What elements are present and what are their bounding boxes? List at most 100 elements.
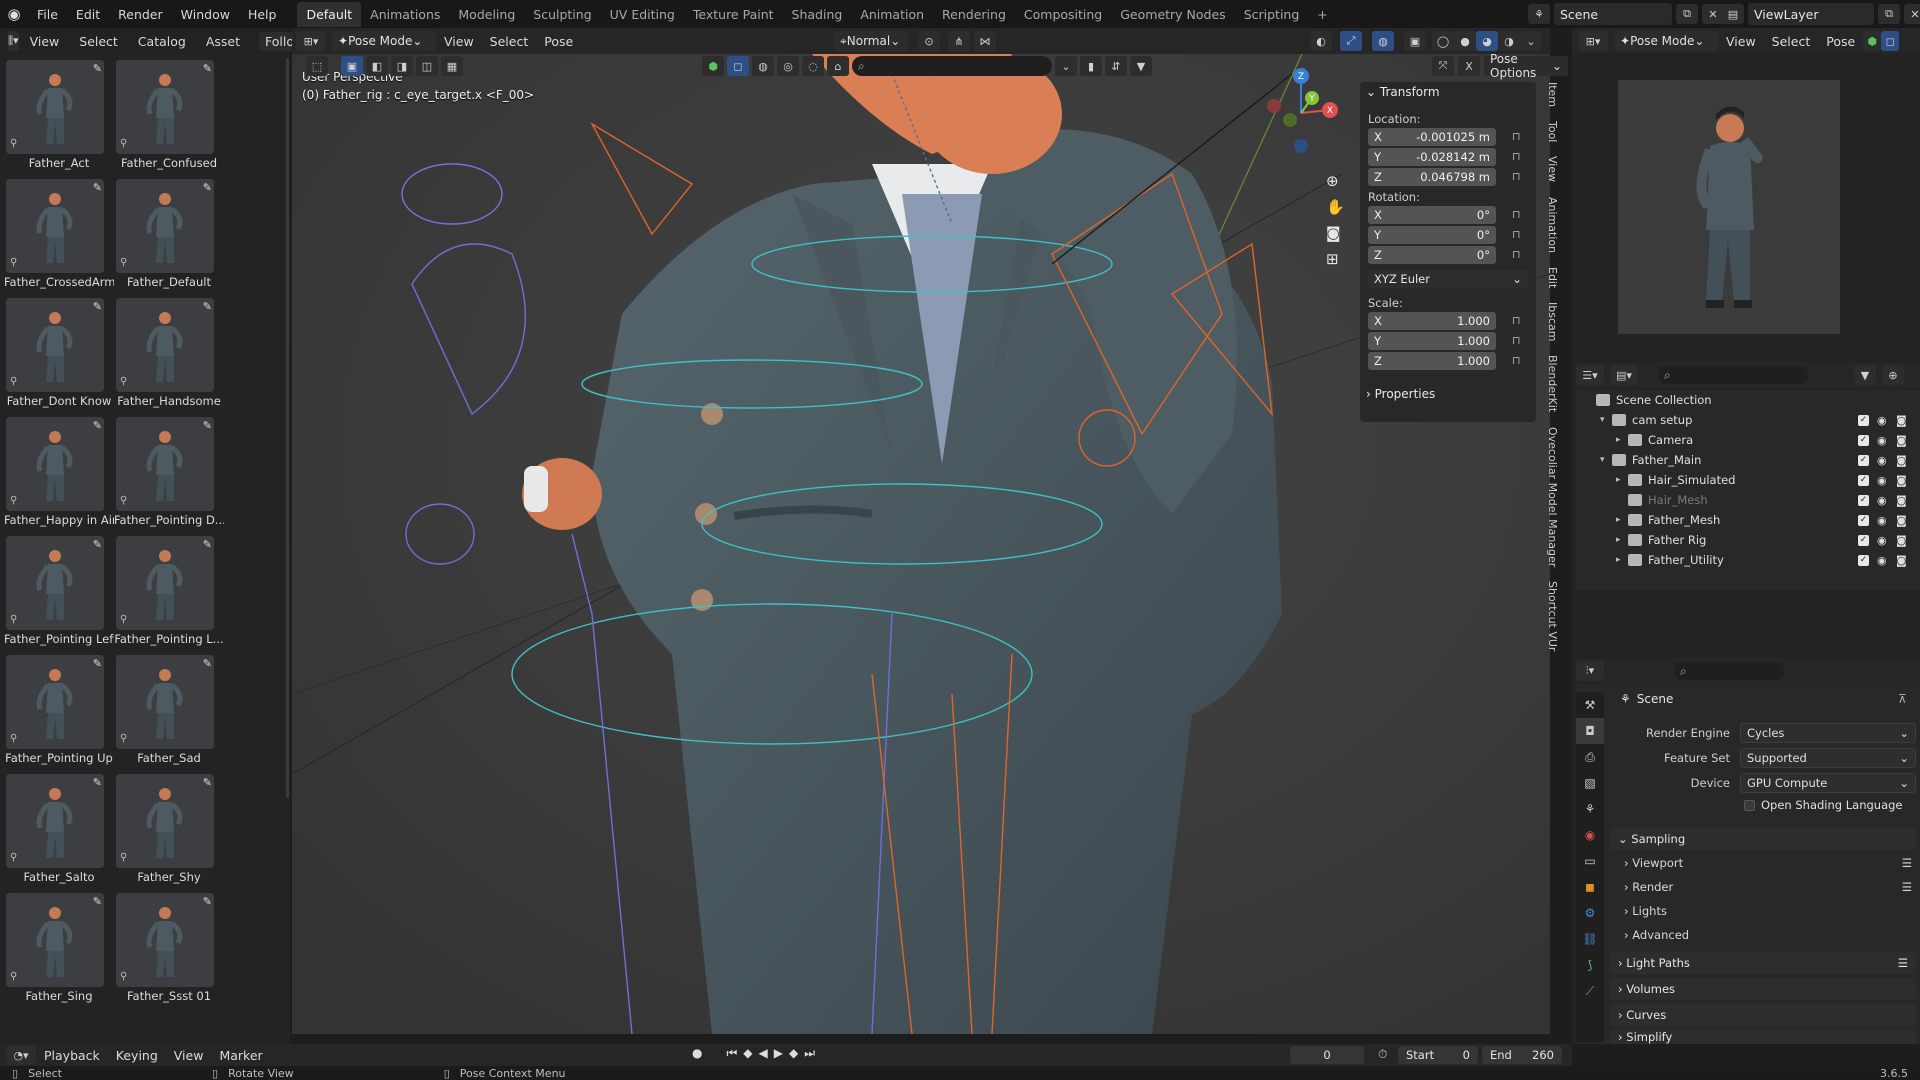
outliner-row[interactable]: ▸ Father Rig ✓ ◉ ◙	[1576, 530, 1920, 550]
viewlayer-selector[interactable]: ViewLayer	[1748, 3, 1874, 25]
disclosure-triangle-icon[interactable]: ▸	[1616, 555, 1628, 565]
disclosure-triangle-icon[interactable]: ▸	[1616, 535, 1628, 545]
lock-icon[interactable]: ⊓	[1512, 248, 1521, 261]
pivot-icon[interactable]: ⊙	[918, 31, 940, 51]
filter-icon[interactable]: ▼	[1130, 56, 1152, 76]
scale-z-field[interactable]: Z 1.000	[1368, 352, 1496, 370]
edit-pose-icon[interactable]: ✎	[203, 62, 212, 75]
rotation-mode-dropdown[interactable]: XYZ Euler ⌄	[1368, 270, 1528, 288]
asset-tile[interactable]: ✎ ⚲ Father_Salto	[4, 772, 108, 890]
sidebar-tab[interactable]: Ovecoliar Model Manager	[1546, 427, 1559, 567]
sampling-viewport-row[interactable]: › Viewport ☰	[1624, 852, 1916, 874]
edit-pose-icon[interactable]: ✎	[203, 181, 212, 194]
outliner-row[interactable]: ▸ Hair_Simulated ✓ ◉ ◙	[1576, 470, 1920, 490]
lock-icon[interactable]: ⊓	[1512, 208, 1521, 221]
outliner-row[interactable]: Scene Collection	[1576, 390, 1920, 410]
bone-select-icon[interactable]: ◻	[1881, 31, 1900, 51]
asset-tile[interactable]: ✎ ⚲ Father_Pointing L...	[114, 534, 224, 652]
asset-tile[interactable]: ✎ ⚲ Father_Pointing Left	[4, 534, 114, 652]
edit-pose-icon[interactable]: ✎	[93, 538, 102, 551]
eye-icon[interactable]: ◉	[1877, 414, 1887, 427]
render-camera-icon[interactable]: ◙	[1896, 554, 1907, 567]
exclude-checkbox[interactable]: ✓	[1858, 494, 1869, 506]
transform-orientation-dropdown[interactable]: ⌖ Normal ⌄	[834, 31, 908, 51]
location-z-field[interactable]: Z 0.046798 m	[1368, 168, 1496, 186]
edit-pose-icon[interactable]: ✎	[203, 657, 212, 670]
editor-type-icon[interactable]: ⫼▾	[8, 31, 19, 51]
light-filter-icon[interactable]: ◌	[802, 56, 824, 76]
gizmo-neg-x-icon[interactable]	[1267, 99, 1281, 113]
properties-editor-type-icon[interactable]: ⫶▾	[1576, 661, 1604, 681]
navigation-gizmo[interactable]: Z X Y	[1256, 68, 1346, 158]
lock-icon[interactable]: ⊓	[1512, 130, 1521, 143]
render-camera-icon[interactable]: ◙	[1896, 534, 1907, 547]
overlay-toggle-icon[interactable]: ◍	[1372, 31, 1394, 51]
tab-rendering[interactable]: Rendering	[933, 2, 1015, 27]
exclude-checkbox[interactable]: ✓	[1858, 434, 1869, 446]
asset-tile[interactable]: ✎ ⚲ Father_Act	[4, 58, 108, 176]
asset-menu-select[interactable]: Select	[70, 34, 127, 49]
lock-icon[interactable]: ⊓	[1512, 150, 1521, 163]
location-y-field[interactable]: Y -0.028142 m	[1368, 148, 1496, 166]
select-subtract-icon[interactable]: ◨	[391, 56, 413, 76]
list-icon[interactable]: ☰	[1898, 956, 1908, 970]
shading-rendered-icon[interactable]: ◑	[1498, 31, 1520, 51]
snap-icon[interactable]: ⋔	[948, 31, 970, 51]
mesh-filter-icon[interactable]: ⬢	[1863, 31, 1882, 51]
scene-icon[interactable]: ⚘	[1528, 4, 1550, 24]
tab-texture-paint[interactable]: Texture Paint	[684, 2, 783, 27]
asset-tile[interactable]: ✎ ⚲ Father_Handsome	[114, 296, 221, 414]
timeline-menu-playback[interactable]: Playback	[36, 1048, 108, 1063]
sidebar-tab[interactable]: Shortcut VUr	[1546, 581, 1559, 651]
edit-pose-icon[interactable]: ✎	[203, 300, 212, 313]
feature-set-dropdown[interactable]: Supported ⌄	[1740, 748, 1916, 768]
sidebar-tab[interactable]: Tool	[1546, 121, 1559, 142]
outliner-editor-type-icon[interactable]: ☰▾	[1576, 365, 1604, 385]
disclosure-triangle-icon[interactable]: ▸	[1616, 475, 1628, 485]
view-layer-tab-icon[interactable]: ▧	[1576, 770, 1604, 796]
sampling-lights-row[interactable]: › Lights	[1624, 900, 1916, 922]
sidebar-tab[interactable]: Ibscam	[1546, 302, 1559, 341]
jump-keyframe-back-icon[interactable]: ◆	[743, 1046, 752, 1061]
edit-pose-icon[interactable]: ✎	[93, 62, 102, 75]
tab-shading[interactable]: Shading	[783, 2, 852, 27]
sidebar-tab[interactable]: View	[1546, 156, 1559, 182]
render-camera-icon[interactable]: ◙	[1896, 414, 1907, 427]
outliner-row[interactable]: ▾ cam setup ✓ ◉ ◙	[1576, 410, 1920, 430]
preview-mode-selector[interactable]: ✦ Pose Mode ⌄	[1614, 31, 1718, 51]
edit-pose-icon[interactable]: ✎	[93, 300, 102, 313]
bookmark-icon[interactable]: ▮	[1080, 56, 1102, 76]
jump-start-icon[interactable]: ⏮	[726, 1046, 737, 1061]
collection-tab-icon[interactable]: ▭	[1576, 848, 1604, 874]
scale-x-field[interactable]: X 1.000	[1368, 312, 1496, 330]
asset-tile[interactable]: ✎ ⚲ Father_Dont Know	[4, 296, 111, 414]
sidebar-tab[interactable]: Item	[1546, 82, 1559, 107]
sampling-advanced-row[interactable]: › Advanced	[1624, 924, 1916, 946]
tab-compositing[interactable]: Compositing	[1015, 2, 1111, 27]
shading-wireframe-icon[interactable]: ◯	[1432, 31, 1454, 51]
menu-render[interactable]: Render	[109, 7, 172, 22]
properties-header[interactable]: › Properties	[1360, 384, 1536, 404]
asset-tile[interactable]: ✎ ⚲ Father_Happy in Air	[4, 415, 114, 533]
eye-icon[interactable]: ◉	[1877, 474, 1887, 487]
simplify-section[interactable]: › Simplify	[1610, 1030, 1916, 1044]
edit-pose-icon[interactable]: ✎	[203, 895, 212, 908]
shading-solid-icon[interactable]: ●	[1454, 31, 1476, 51]
outliner-row[interactable]: ▸ Father_Mesh ✓ ◉ ◙	[1576, 510, 1920, 530]
preview-menu-select[interactable]: Select	[1764, 34, 1819, 49]
viewlayer-icon[interactable]: ▤	[1722, 4, 1744, 24]
world-tab-icon[interactable]: ◉	[1576, 822, 1604, 848]
edit-pose-icon[interactable]: ✎	[203, 776, 212, 789]
menu-window[interactable]: Window	[172, 7, 239, 22]
eye-icon[interactable]: ◉	[1877, 534, 1887, 547]
timeline-editor-type-icon[interactable]: ◔▾	[6, 1045, 36, 1065]
play-reverse-icon[interactable]: ◀	[759, 1046, 768, 1061]
scale-y-field[interactable]: Y 1.000	[1368, 332, 1496, 350]
select-invert-icon[interactable]: ◫	[416, 56, 438, 76]
transform-header[interactable]: ⌄ Transform	[1360, 82, 1536, 102]
mirror-x-icon[interactable]: X	[1458, 56, 1480, 76]
osl-checkbox[interactable]	[1744, 799, 1755, 811]
mode-selector[interactable]: ✦ Pose Mode ⌄	[332, 31, 436, 51]
render-camera-icon[interactable]: ◙	[1896, 474, 1907, 487]
modifier-tab-icon[interactable]: ⚙	[1576, 900, 1604, 926]
